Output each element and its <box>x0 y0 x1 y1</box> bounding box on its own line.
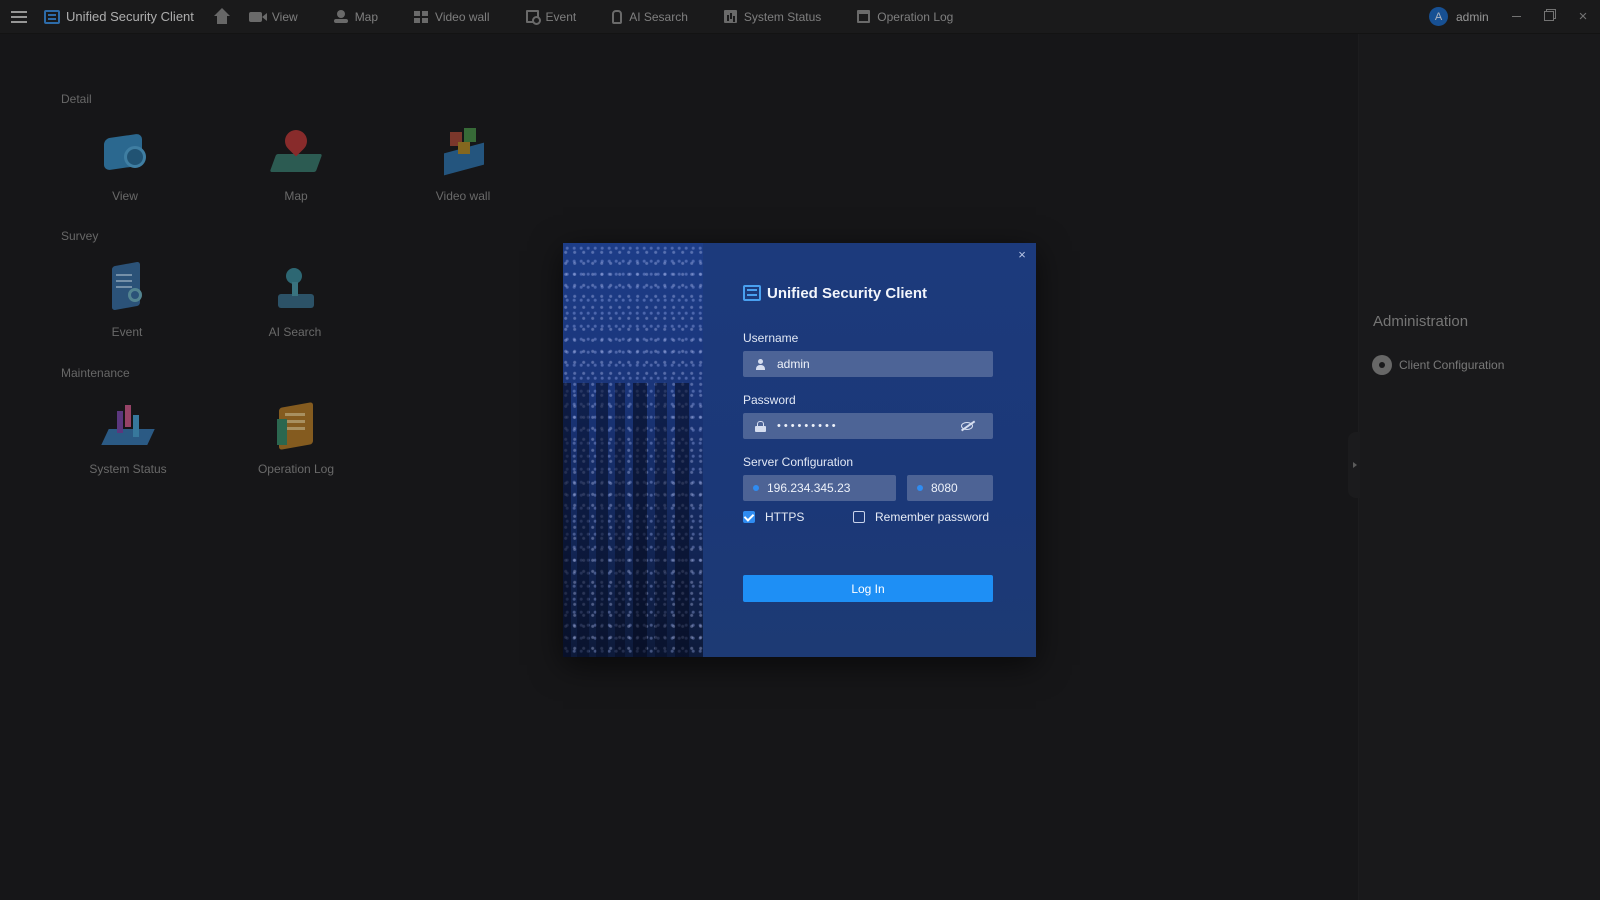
server-config-label: Server Configuration <box>743 455 854 469</box>
username-label: Username <box>743 331 799 345</box>
app-logo-icon <box>743 285 761 301</box>
server-ip-value: 196.234.345.23 <box>767 481 851 495</box>
eye-hidden-icon[interactable] <box>961 422 973 430</box>
username-field[interactable]: admin <box>743 351 993 377</box>
dialog-close-button[interactable]: × <box>1014 247 1030 263</box>
city-night-image <box>563 243 703 657</box>
server-port-field[interactable]: 8080 <box>907 475 993 501</box>
remember-password-checkbox[interactable]: Remember password <box>853 510 989 524</box>
checkbox-unchecked-icon <box>853 511 865 523</box>
login-form: × Unified Security Client Username admin… <box>703 243 1036 657</box>
https-checkbox[interactable]: HTTPS <box>743 510 804 524</box>
password-field[interactable]: ••••••••• <box>743 413 993 439</box>
password-value: ••••••••• <box>777 420 839 432</box>
login-dialog: × Unified Security Client Username admin… <box>563 243 1036 657</box>
lock-icon <box>755 420 766 432</box>
port-dot-icon <box>917 485 923 491</box>
username-value: admin <box>777 357 810 371</box>
server-port-value: 8080 <box>931 481 958 495</box>
login-button[interactable]: Log In <box>743 575 993 602</box>
https-label: HTTPS <box>765 510 805 524</box>
remember-password-label: Remember password <box>875 510 990 524</box>
login-title: Unified Security Client <box>767 285 928 302</box>
ip-dot-icon <box>753 485 759 491</box>
password-label: Password <box>743 393 796 407</box>
checkbox-checked-icon <box>743 511 755 523</box>
server-ip-field[interactable]: 196.234.345.23 <box>743 475 896 501</box>
user-icon <box>755 358 766 370</box>
